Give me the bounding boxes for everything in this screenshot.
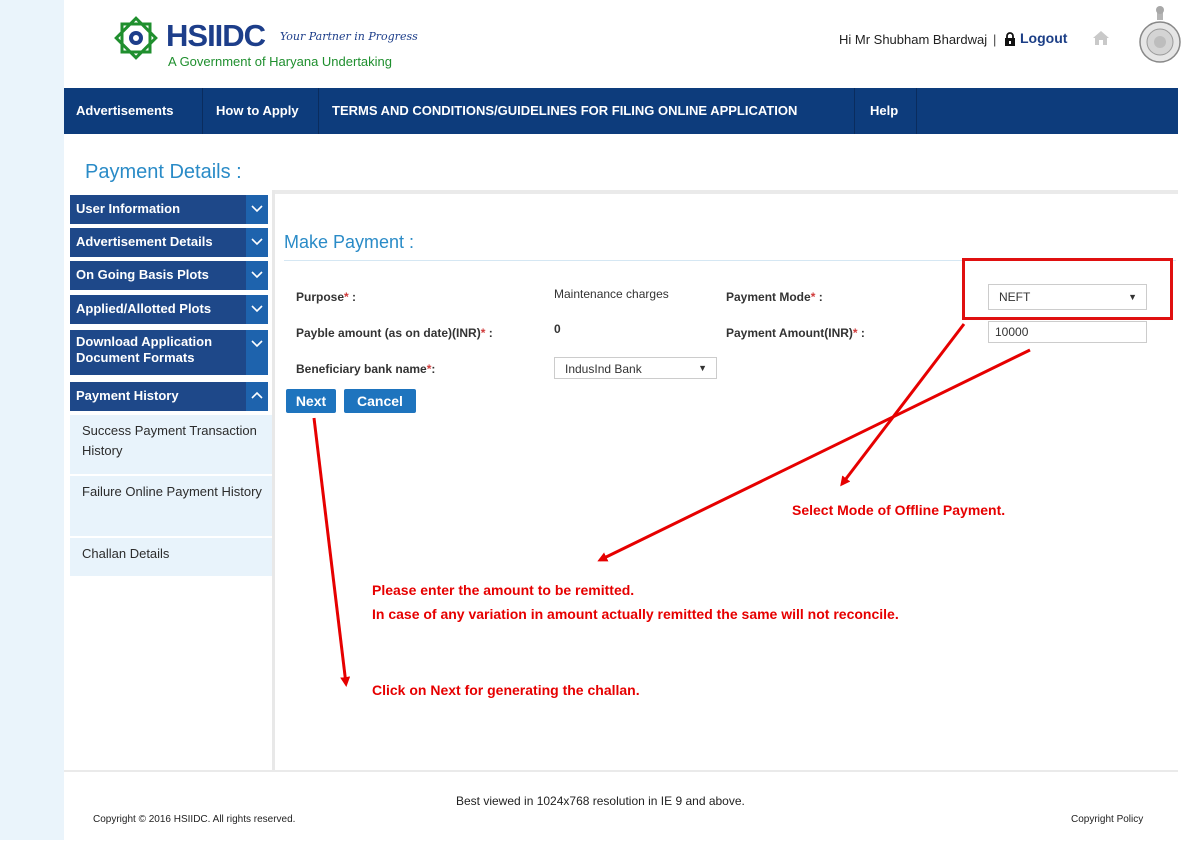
copyright-policy-link[interactable]: Copyright Policy (1071, 814, 1143, 825)
arrow-to-mode-note (840, 323, 966, 487)
lock-icon (1005, 32, 1015, 46)
next-button[interactable]: Next (286, 389, 336, 413)
purpose-label: Purpose* : (296, 290, 357, 304)
sidebar-item-advertisement-details[interactable]: Advertisement Details (70, 228, 268, 257)
chevron-down-icon (246, 195, 268, 224)
sidebar-subitem-challan-details[interactable]: Challan Details (70, 538, 272, 576)
org-tagline: Your Partner in Progress (280, 30, 418, 43)
sidebar: User Information Advertisement Details O… (64, 190, 275, 770)
sidebar-item-applied-allotted-plots[interactable]: Applied/Allotted Plots (70, 295, 268, 324)
page-title: Payment Details : (85, 161, 242, 183)
sidebar-item-label: On Going Basis Plots (76, 267, 209, 282)
hsiidc-logo-icon (114, 16, 158, 60)
arrow-to-amount-note (597, 348, 1031, 562)
sidebar-item-user-information[interactable]: User Information (70, 195, 268, 224)
chevron-up-icon (246, 382, 268, 411)
annotation-mode-note: Select Mode of Offline Payment. (792, 502, 1006, 518)
purpose-value: Maintenance charges (554, 287, 669, 301)
home-icon[interactable] (1092, 30, 1110, 46)
nav-divider (916, 88, 917, 134)
nav-help[interactable]: Help (870, 88, 898, 134)
sidebar-subitem-failure-payment[interactable]: Failure Online Payment History (70, 476, 272, 536)
nav-divider (854, 88, 855, 134)
right-page-margin (1178, 0, 1189, 840)
cancel-button[interactable]: Cancel (344, 389, 416, 413)
sidebar-item-label: Applied/Allotted Plots (76, 301, 212, 316)
caret-down-icon: ▼ (698, 363, 707, 373)
sidebar-item-payment-history[interactable]: Payment History (70, 382, 268, 411)
nav-terms-guidelines[interactable]: TERMS AND CONDITIONS/GUIDELINES FOR FILI… (332, 88, 797, 134)
payment-mode-label: Payment Mode* : (726, 290, 823, 304)
nav-how-to-apply[interactable]: How to Apply (216, 88, 299, 134)
payment-amount-input[interactable]: 10000 (988, 321, 1147, 343)
annotation-amount-note-1: Please enter the amount to be remitted. (372, 582, 635, 598)
nav-divider (318, 88, 319, 134)
chevron-down-icon (246, 261, 268, 290)
beneficiary-bank-select[interactable]: IndusInd Bank ▼ (554, 357, 717, 379)
payment-mode-highlight-box (962, 258, 1173, 320)
main-nav: Advertisements How to Apply TERMS AND CO… (64, 88, 1178, 134)
payment-amount-label: Payment Amount(INR)* : (726, 326, 865, 340)
payable-amount-value: 0 (554, 322, 561, 336)
header-separator: | (993, 32, 997, 47)
haryana-emblem-icon (1139, 6, 1181, 63)
site-footer: Best viewed in 1024x768 resolution in IE… (64, 770, 1178, 842)
sidebar-item-label: Download Application Document Formats (76, 334, 213, 365)
chevron-down-icon (246, 228, 268, 257)
org-name: HSIIDC (166, 18, 266, 53)
beneficiary-bank-label: Beneficiary bank name*: (296, 362, 436, 376)
copyright-text: Copyright © 2016 HSIIDC. All rights rese… (93, 814, 296, 825)
section-title: Make Payment : (284, 232, 415, 252)
annotation-next-note: Click on Next for generating the challan… (372, 682, 640, 698)
sidebar-item-label: Payment History (76, 388, 179, 403)
nav-advertisements[interactable]: Advertisements (76, 88, 174, 134)
sidebar-item-download-application-formats[interactable]: Download Application Document Formats (70, 330, 268, 375)
left-page-margin (0, 0, 64, 840)
annotation-amount-note-2: In case of any variation in amount actua… (372, 606, 899, 622)
arrow-to-next-note (312, 417, 351, 687)
nav-divider (202, 88, 203, 134)
chevron-down-icon (246, 330, 268, 375)
best-viewed-note: Best viewed in 1024x768 resolution in IE… (456, 794, 745, 808)
sidebar-item-on-going-basis-plots[interactable]: On Going Basis Plots (70, 261, 268, 290)
site-header: HSIIDC Your Partner in Progress A Govern… (64, 0, 1181, 86)
logout-link[interactable]: Logout (1020, 30, 1067, 46)
page-title-band: Payment Details : (64, 134, 1178, 194)
org-subtitle: A Government of Haryana Undertaking (168, 54, 393, 69)
chevron-down-icon (246, 295, 268, 324)
sidebar-subitem-success-payment[interactable]: Success Payment Transaction History (70, 415, 272, 474)
sidebar-item-label: Advertisement Details (76, 234, 213, 249)
sidebar-item-label: User Information (76, 201, 181, 216)
payable-amount-label: Payble amount (as on date)(INR)* : (296, 326, 493, 340)
user-greeting: Hi Mr Shubham Bhardwaj (839, 32, 988, 47)
